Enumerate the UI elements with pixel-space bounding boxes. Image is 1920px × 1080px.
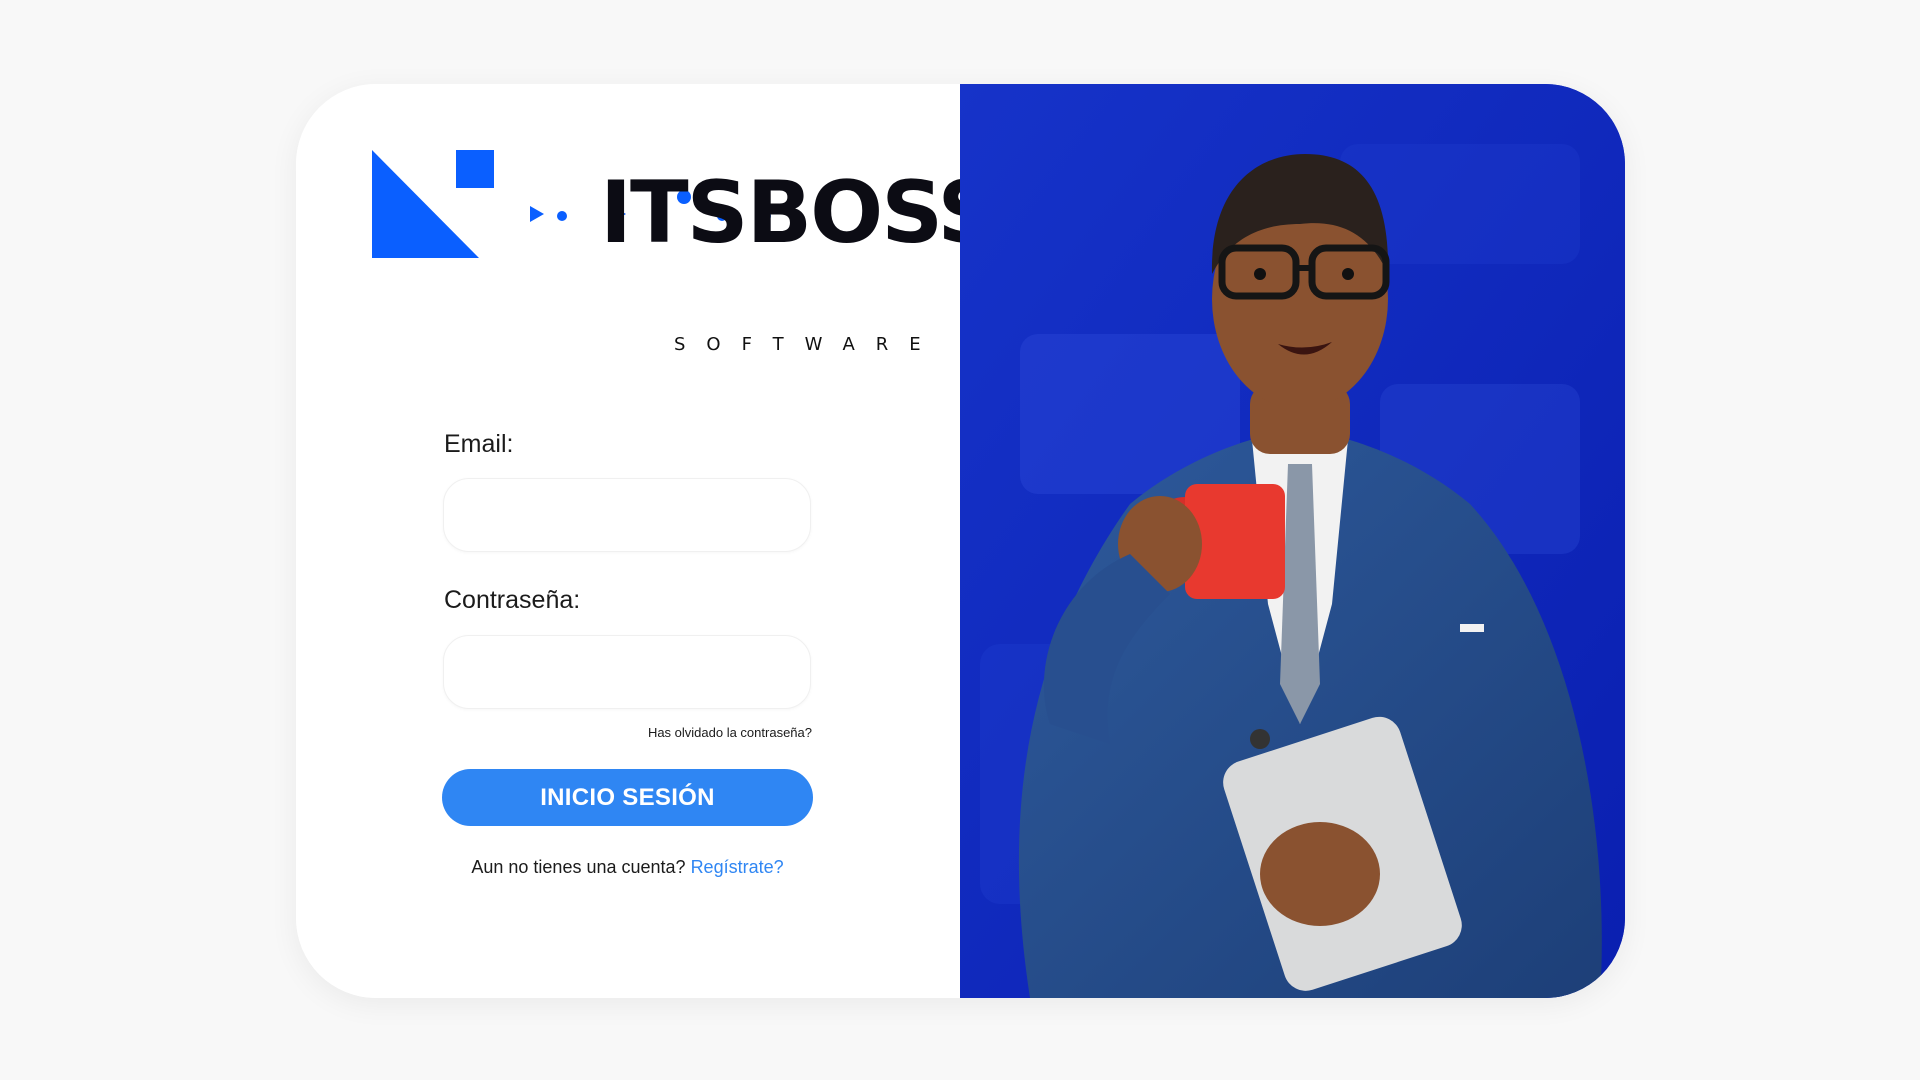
email-input[interactable] — [443, 478, 811, 552]
brand-wordmark: ITSBOSS — [600, 163, 999, 263]
hero-panel — [960, 84, 1625, 998]
brand-tagline: SOFTWARE — [674, 334, 942, 355]
password-input[interactable] — [443, 635, 811, 709]
login-panel: ITSBOSS SOFTWARE Email: Contraseña: Has … — [296, 84, 999, 998]
login-button[interactable]: INICIO SESIÓN — [442, 769, 813, 826]
password-label: Contraseña: — [444, 586, 581, 614]
forgot-password-link[interactable]: Has olvidado la contraseña? — [624, 725, 812, 740]
login-card: ITSBOSS SOFTWARE Email: Contraseña: Has … — [296, 84, 1625, 998]
signup-prompt: Aun no tienes una cuenta? Regístrate? — [442, 857, 813, 878]
businessman-illustration — [960, 84, 1625, 998]
register-link[interactable]: Regístrate? — [691, 857, 784, 877]
email-label: Email: — [444, 430, 514, 458]
no-account-text: Aun no tienes una cuenta? — [471, 857, 686, 877]
brand-logo: ITSBOSS SOFTWARE — [372, 150, 999, 354]
